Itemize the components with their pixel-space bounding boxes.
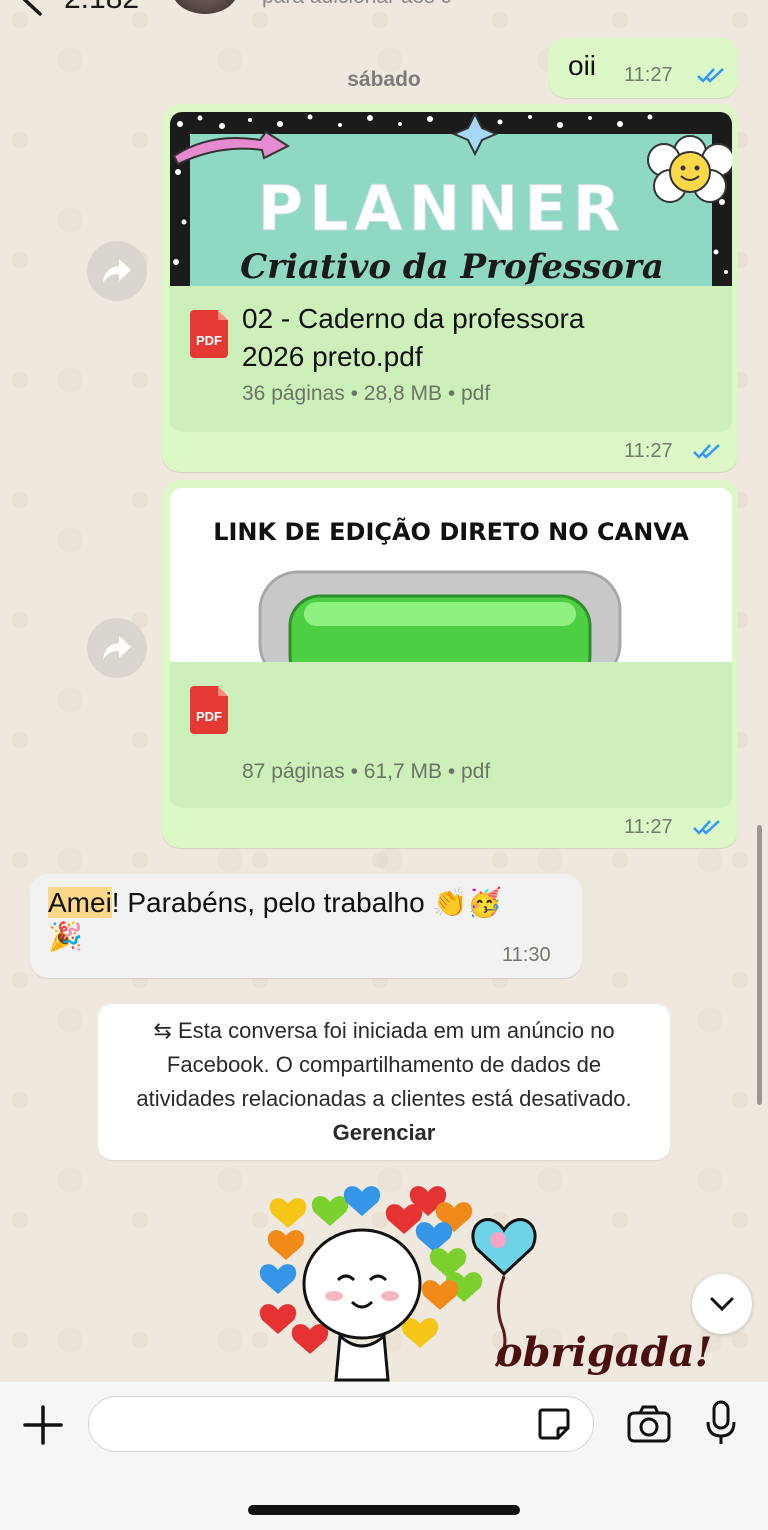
preview-title: PLANNER	[258, 172, 627, 245]
double-check-icon	[693, 444, 720, 459]
message-time: 11:27	[624, 816, 673, 838]
document-preview[interactable]: PLANNER Criativo da Professora	[170, 112, 732, 286]
forward-button[interactable]	[87, 241, 147, 301]
ad-conversation-notice: ⇆ Esta conversa foi iniciada em um anúnc…	[98, 1004, 670, 1160]
document-meta: 87 páginas • 61,7 MB • pdf	[242, 760, 491, 783]
sticker-caption: obrigada!	[496, 1329, 712, 1376]
message-text-rest: ! Parabéns, pelo trabalho 👏🥳	[111, 887, 503, 918]
home-indicator[interactable]	[248, 1505, 520, 1515]
document-name-line1: 02 - Caderno da professora	[242, 303, 585, 334]
back-chevron-icon[interactable]	[16, 0, 48, 16]
document-preview[interactable]: LINK DE EDIÇÃO DIRETO NO CANVA	[170, 488, 732, 662]
plus-icon[interactable]	[22, 1404, 64, 1446]
forward-icon	[103, 259, 131, 283]
highlighted-word: Amei	[48, 887, 112, 918]
document-message[interactable]: LINK DE EDIÇÃO DIRETO NO CANVA PDF 87 pá…	[162, 480, 738, 848]
forward-icon	[103, 636, 131, 660]
document-name-line2: 2026 preto.pdf	[242, 341, 423, 372]
sticker-icon[interactable]	[536, 1406, 572, 1442]
document-meta: 36 páginas • 28,8 MB • pdf	[242, 382, 491, 405]
date-separator: sábado	[347, 68, 421, 91]
outgoing-message[interactable]: oii 11:27	[548, 38, 738, 98]
document-message[interactable]: PLANNER Criativo da Professora PDF 02 - …	[162, 104, 738, 472]
forward-button[interactable]	[87, 618, 147, 678]
scroll-to-bottom-button[interactable]	[692, 1274, 752, 1334]
message-text: oii	[568, 50, 597, 81]
chat-header: 2.182 para adicionar aos c	[0, 0, 768, 32]
phone-icon[interactable]	[672, 0, 712, 2]
canva-link-image: LINK DE EDIÇÃO DIRETO NO CANVA	[170, 488, 732, 662]
contact-subtitle[interactable]: para adicionar aos c	[262, 0, 451, 12]
pdf-icon: PDF	[190, 310, 228, 358]
double-check-icon	[697, 68, 724, 83]
preview-title: LINK DE EDIÇÃO DIRETO NO CANVA	[213, 517, 689, 546]
camera-icon[interactable]	[626, 1404, 672, 1444]
preview-subtitle: Criativo da Professora	[240, 247, 664, 286]
contact-icon[interactable]	[488, 0, 534, 2]
message-time: 11:27	[624, 440, 673, 462]
unread-count[interactable]: 2.182	[64, 0, 139, 16]
message-time: 11:27	[624, 64, 673, 86]
incoming-message[interactable]: Amei! Parabéns, pelo trabalho 👏🥳 🎉 11:30	[30, 874, 582, 978]
document-card[interactable]: PDF 87 páginas • 61,7 MB • pdf	[170, 662, 732, 808]
notice-text: Esta conversa foi iniciada em um anúncio…	[136, 1018, 632, 1111]
chat-background: 2.182 para adicionar aos c oii 11:27 sáb…	[0, 0, 768, 1382]
swap-arrows-icon: ⇆	[153, 1018, 178, 1043]
mic-icon[interactable]	[704, 1400, 738, 1446]
document-card[interactable]: PDF 02 - Caderno da professora 2026 pret…	[170, 286, 732, 432]
message-input[interactable]	[88, 1396, 594, 1452]
message-text-line2: 🎉	[48, 921, 83, 952]
manage-link[interactable]: Gerenciar	[333, 1120, 436, 1145]
message-time: 11:30	[502, 944, 551, 966]
scrollbar[interactable]	[757, 825, 762, 1105]
chevron-down-icon	[710, 1297, 734, 1312]
document-name: 02 - Caderno da professora 2026 preto.pd…	[242, 300, 584, 376]
thank-you-sticker[interactable]: obrigada!	[258, 1184, 738, 1382]
pdf-icon: PDF	[190, 686, 228, 734]
video-icon[interactable]	[578, 0, 628, 2]
avatar[interactable]	[172, 0, 238, 14]
message-text: Amei! Parabéns, pelo trabalho 👏🥳 🎉	[48, 886, 502, 954]
planner-cover-image: PLANNER Criativo da Professora	[170, 112, 732, 286]
double-check-icon	[693, 820, 720, 835]
